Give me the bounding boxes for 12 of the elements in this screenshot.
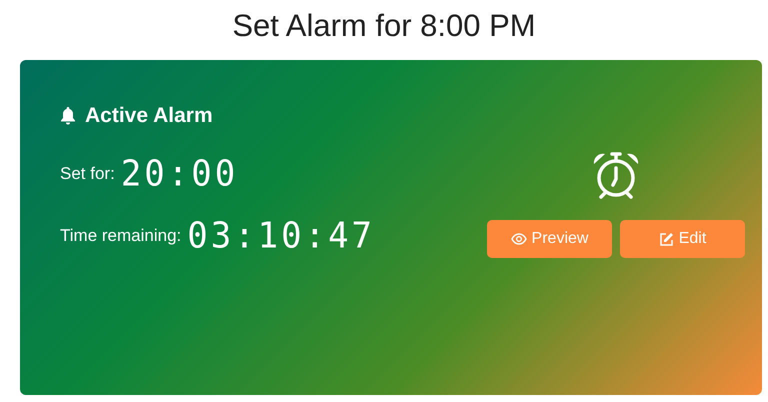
eye-icon — [510, 233, 527, 245]
remaining-label: Time remaining: — [60, 226, 182, 246]
bell-icon — [60, 107, 76, 125]
alarm-clock-icon — [592, 150, 640, 200]
card-heading: Active Alarm — [85, 104, 213, 128]
edit-button[interactable]: Edit — [620, 220, 745, 258]
preview-button[interactable]: Preview — [487, 220, 612, 258]
edit-icon — [658, 232, 674, 246]
countdown-time: 03:10:47 — [187, 215, 376, 257]
page-title: Set Alarm for 8:00 PM — [232, 8, 536, 44]
alarm-time: 20:00 — [120, 153, 238, 195]
set-for-label: Set for: — [60, 164, 115, 184]
